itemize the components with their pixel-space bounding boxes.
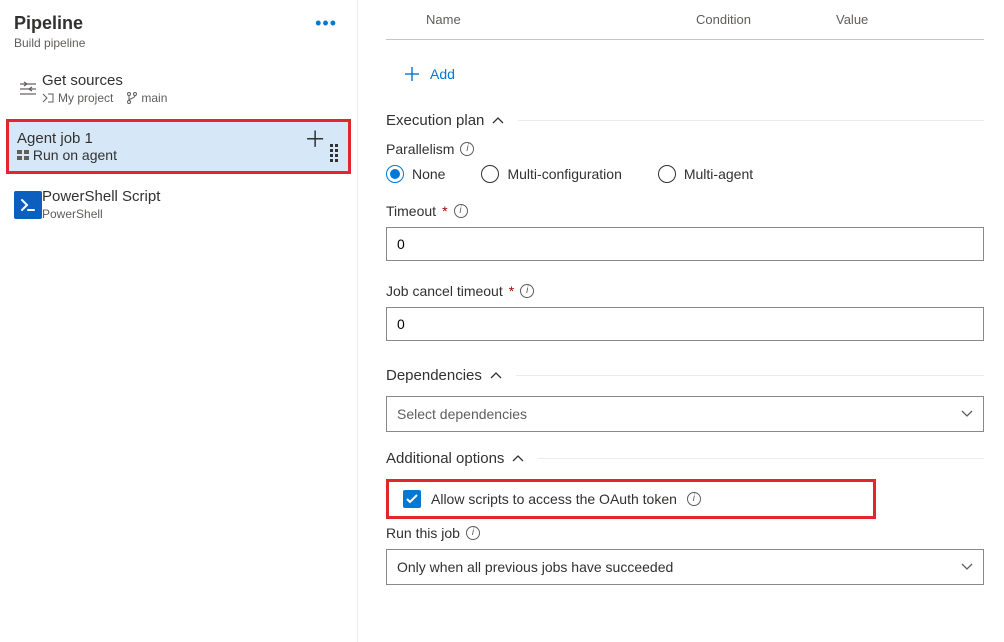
parallelism-label: Parallelism bbox=[386, 141, 454, 157]
get-sources-icon bbox=[14, 82, 42, 96]
get-sources-item[interactable]: Get sources My project main bbox=[0, 64, 357, 113]
dependencies-header[interactable]: Dependencies bbox=[386, 367, 984, 384]
info-icon[interactable]: i bbox=[454, 204, 468, 218]
timeout-label: Timeout bbox=[386, 203, 436, 219]
add-task-button[interactable]: ＋ bbox=[304, 127, 326, 152]
drag-handle-icon[interactable] bbox=[330, 144, 338, 162]
cancel-timeout-input[interactable] bbox=[386, 307, 984, 341]
branch-indicator: main bbox=[127, 91, 167, 105]
chevron-up-icon bbox=[490, 372, 502, 380]
powershell-icon bbox=[14, 191, 42, 219]
dependencies-select[interactable]: Select dependencies bbox=[386, 396, 984, 432]
chevron-up-icon bbox=[492, 117, 504, 125]
oauth-token-option-highlight: Allow scripts to access the OAuth token … bbox=[386, 479, 876, 519]
pipeline-subtitle: Build pipeline bbox=[14, 36, 307, 50]
details-panel: Name Condition Value Add Execution plan … bbox=[358, 0, 1004, 642]
add-label: Add bbox=[430, 66, 455, 82]
col-name: Name bbox=[386, 12, 696, 27]
info-icon[interactable]: i bbox=[687, 492, 701, 506]
repo-name: My project bbox=[58, 91, 113, 105]
ps-task-sub: PowerShell bbox=[42, 207, 103, 221]
agent-job-title: Agent job 1 bbox=[17, 130, 304, 147]
execution-plan-header[interactable]: Execution plan bbox=[386, 112, 984, 129]
parallelism-options: None Multi-configuration Multi-agent bbox=[386, 165, 984, 183]
pipeline-tree: Pipeline Build pipeline ••• Get sources … bbox=[0, 0, 358, 642]
cancel-timeout-label: Job cancel timeout bbox=[386, 283, 503, 299]
agent-job-item-selected[interactable]: Agent job 1 Run on agent ＋ bbox=[6, 119, 351, 174]
agent-job-sub: Run on agent bbox=[33, 147, 117, 163]
agent-icon bbox=[17, 150, 29, 160]
ps-task-title: PowerShell Script bbox=[42, 188, 343, 205]
plus-icon bbox=[404, 66, 420, 82]
get-sources-title: Get sources bbox=[42, 72, 343, 89]
pipeline-title: Pipeline bbox=[14, 12, 307, 34]
branch-name: main bbox=[141, 91, 167, 105]
info-icon[interactable]: i bbox=[460, 142, 474, 156]
parallelism-multi-agent[interactable]: Multi-agent bbox=[658, 165, 753, 183]
info-icon[interactable]: i bbox=[466, 526, 480, 540]
parallelism-multi-config[interactable]: Multi-configuration bbox=[481, 165, 621, 183]
oauth-label: Allow scripts to access the OAuth token bbox=[431, 491, 677, 507]
additional-options-header[interactable]: Additional options bbox=[386, 450, 984, 467]
powershell-task-item[interactable]: PowerShell Script PowerShell bbox=[0, 180, 357, 229]
parallelism-none[interactable]: None bbox=[386, 165, 445, 183]
info-icon[interactable]: i bbox=[520, 284, 534, 298]
run-job-select[interactable]: Only when all previous jobs have succeed… bbox=[386, 549, 984, 585]
variables-header: Name Condition Value bbox=[386, 6, 984, 40]
timeout-input[interactable] bbox=[386, 227, 984, 261]
oauth-checkbox[interactable] bbox=[403, 490, 421, 508]
repo-indicator: My project bbox=[42, 91, 113, 105]
add-variable-button[interactable]: Add bbox=[404, 66, 455, 82]
pipeline-more-button[interactable]: ••• bbox=[307, 12, 345, 34]
chevron-down-icon bbox=[961, 563, 973, 571]
col-condition: Condition bbox=[696, 12, 836, 27]
chevron-down-icon bbox=[961, 410, 973, 418]
chevron-up-icon bbox=[512, 455, 524, 463]
run-job-label: Run this job bbox=[386, 525, 460, 541]
col-value: Value bbox=[836, 12, 984, 27]
